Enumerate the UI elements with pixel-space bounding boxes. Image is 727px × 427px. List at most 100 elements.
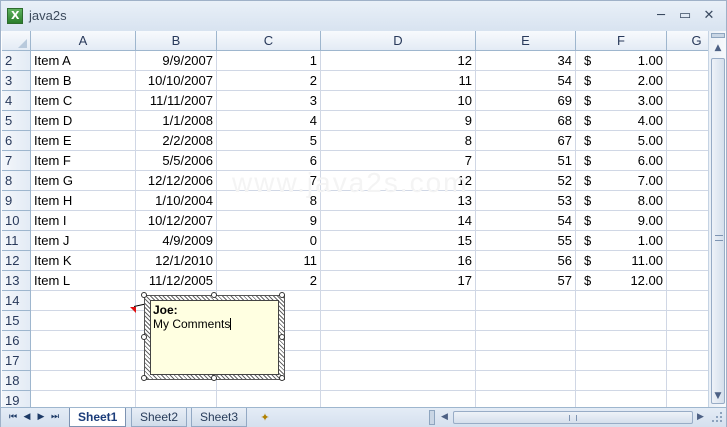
cell-a[interactable]	[31, 391, 136, 407]
cell-a[interactable]: Item G	[31, 171, 136, 191]
excel-icon[interactable]	[7, 8, 23, 24]
cell-e[interactable]: 57	[476, 271, 576, 291]
close-button[interactable]: ✕	[699, 7, 719, 25]
cell-c[interactable]: 0	[217, 231, 321, 251]
cell-g[interactable]	[667, 231, 708, 251]
cell-a[interactable]: Item L	[31, 271, 136, 291]
cell-b[interactable]	[136, 391, 217, 407]
cell-d[interactable]: 9	[321, 111, 476, 131]
cell-a[interactable]: Item A	[31, 51, 136, 71]
tab-sheet2[interactable]: Sheet2	[131, 408, 188, 427]
cell-b[interactable]: 10/12/2007	[136, 211, 217, 231]
horizontal-scroll-thumb[interactable]	[453, 411, 693, 424]
vertical-scrollbar[interactable]: ▲ ▼	[708, 31, 726, 407]
cell-e[interactable]: 54	[476, 211, 576, 231]
cell-g[interactable]	[667, 391, 708, 407]
row-header[interactable]: 9	[2, 191, 31, 211]
tab-split-handle[interactable]	[429, 410, 435, 425]
row-header[interactable]: 13	[2, 271, 31, 291]
cell-d[interactable]: 14	[321, 211, 476, 231]
cell-a[interactable]: Item D	[31, 111, 136, 131]
split-box-vertical[interactable]	[711, 33, 725, 38]
resize-handle-n[interactable]	[211, 292, 217, 298]
row-header[interactable]: 8	[2, 171, 31, 191]
row-header[interactable]: 16	[2, 331, 31, 351]
last-sheet-button[interactable]: ⏭	[49, 410, 61, 425]
cell-e[interactable]: 53	[476, 191, 576, 211]
cell-c[interactable]: 5	[217, 131, 321, 151]
row-header[interactable]: 11	[2, 231, 31, 251]
cell-e[interactable]	[476, 331, 576, 351]
restore-button[interactable]: ▭	[675, 7, 695, 25]
cell-e[interactable]: 67	[476, 131, 576, 151]
cell-f[interactable]: $8.00	[576, 191, 667, 211]
cell-c[interactable]: 4	[217, 111, 321, 131]
cell-d[interactable]	[321, 391, 476, 407]
cell-e[interactable]: 55	[476, 231, 576, 251]
cell-a[interactable]: Item I	[31, 211, 136, 231]
cell-c[interactable]: 1	[217, 51, 321, 71]
cell-c[interactable]	[217, 391, 321, 407]
resize-handle-w[interactable]	[141, 334, 147, 340]
horizontal-scrollbar[interactable]: ◀ ▶	[429, 409, 708, 426]
resize-handle-s[interactable]	[211, 375, 217, 381]
cell-g[interactable]	[667, 331, 708, 351]
cell-e[interactable]: 52	[476, 171, 576, 191]
row-header[interactable]: 6	[2, 131, 31, 151]
row-header[interactable]: 19	[2, 391, 31, 407]
cell-f[interactable]: $12.00	[576, 271, 667, 291]
cell-d[interactable]: 8	[321, 131, 476, 151]
cell-d[interactable]	[321, 331, 476, 351]
cell-a[interactable]	[31, 351, 136, 371]
first-sheet-button[interactable]: ⏮	[7, 410, 19, 425]
cell-f[interactable]: $3.00	[576, 91, 667, 111]
cell-f[interactable]	[576, 331, 667, 351]
cell-e[interactable]: 69	[476, 91, 576, 111]
cell-f[interactable]	[576, 391, 667, 407]
cell-d[interactable]: 10	[321, 91, 476, 111]
column-header-d[interactable]: D	[321, 31, 476, 51]
cell-b[interactable]: 12/1/2010	[136, 251, 217, 271]
cell-b[interactable]: 10/10/2007	[136, 71, 217, 91]
cell-d[interactable]: 17	[321, 271, 476, 291]
cell-d[interactable]	[321, 371, 476, 391]
cell-a[interactable]: Item F	[31, 151, 136, 171]
cell-d[interactable]	[321, 311, 476, 331]
column-header-c[interactable]: C	[217, 31, 321, 51]
cell-a[interactable]: Item H	[31, 191, 136, 211]
vertical-scroll-thumb[interactable]	[711, 58, 725, 404]
comment-text-field[interactable]: My Comments	[153, 317, 276, 331]
cell-d[interactable]	[321, 291, 476, 311]
column-header-a[interactable]: A	[31, 31, 136, 51]
cell-g[interactable]	[667, 171, 708, 191]
cell-e[interactable]: 54	[476, 71, 576, 91]
cell-f[interactable]: $4.00	[576, 111, 667, 131]
cell-f[interactable]	[576, 291, 667, 311]
cell-f[interactable]: $9.00	[576, 211, 667, 231]
resize-handle-nw[interactable]	[141, 292, 147, 298]
scroll-left-button[interactable]: ◀	[437, 409, 452, 426]
cell-e[interactable]	[476, 311, 576, 331]
cell-a[interactable]: Item E	[31, 131, 136, 151]
minimize-button[interactable]: ─	[651, 7, 671, 25]
cell-b[interactable]: 12/12/2006	[136, 171, 217, 191]
cell-c[interactable]: 2	[217, 71, 321, 91]
cell-g[interactable]	[667, 211, 708, 231]
cell-b[interactable]: 5/5/2006	[136, 151, 217, 171]
cell-f[interactable]	[576, 311, 667, 331]
row-header[interactable]: 5	[2, 111, 31, 131]
cell-g[interactable]	[667, 131, 708, 151]
resize-handle-se[interactable]	[279, 375, 285, 381]
cell-e[interactable]: 34	[476, 51, 576, 71]
column-header-f[interactable]: F	[576, 31, 667, 51]
scroll-up-button[interactable]: ▲	[710, 40, 726, 56]
cell-e[interactable]	[476, 351, 576, 371]
cell-f[interactable]: $2.00	[576, 71, 667, 91]
cell-g[interactable]	[667, 271, 708, 291]
cell-a[interactable]: Item K	[31, 251, 136, 271]
cell-g[interactable]	[667, 91, 708, 111]
cell-b[interactable]: 1/10/2004	[136, 191, 217, 211]
next-sheet-button[interactable]: ▶	[35, 410, 47, 425]
cell-f[interactable]: $1.00	[576, 51, 667, 71]
cell-a[interactable]	[31, 311, 136, 331]
